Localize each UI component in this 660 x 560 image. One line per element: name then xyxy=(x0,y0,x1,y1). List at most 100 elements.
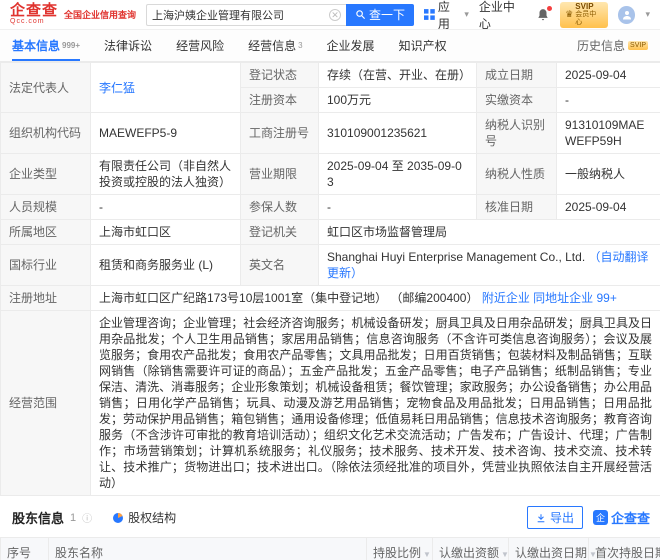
label-taxpayer-type: 纳税人性质 xyxy=(477,154,557,195)
col-amount-label: 认缴出资额 xyxy=(439,546,499,560)
label-insured: 参保人数 xyxy=(241,195,319,220)
search-button-label: 查一下 xyxy=(369,6,405,23)
value-reg-status: 存续（在营、开业、在册） xyxy=(319,63,477,88)
tab-operation[interactable]: 经营信息3 xyxy=(248,30,302,61)
logo-title: 企查查 xyxy=(10,4,58,18)
tab-operation-label: 经营信息 xyxy=(248,37,296,54)
equity-structure-button[interactable]: 股权结构 xyxy=(112,509,176,526)
label-biz-term: 营业期限 xyxy=(241,154,319,195)
tab-history-label: 历史信息 xyxy=(577,37,625,54)
apps-label: 应用 xyxy=(438,0,462,32)
export-button[interactable]: 导出 xyxy=(527,506,583,529)
tab-risk-label: 经营风险 xyxy=(176,37,224,54)
tab-bar: 基本信息999+ 法律诉讼 经营风险 经营信息3 企业发展 知识产权 历史信息 … xyxy=(0,30,660,62)
value-reg-authority: 虹口区市场监督管理局 xyxy=(319,220,660,245)
label-est-date: 成立日期 xyxy=(477,63,557,88)
label-reg-capital: 注册资本 xyxy=(241,88,319,113)
label-scope: 经营范围 xyxy=(1,311,91,496)
col-sub-date-label: 认缴出资日期 xyxy=(515,546,587,560)
value-reg-capital: 100万元 xyxy=(319,88,477,113)
tab-risk[interactable]: 经营风险 xyxy=(176,30,224,61)
shareholders-title: 股东信息 xyxy=(12,508,64,527)
export-label: 导出 xyxy=(550,509,574,526)
col-ratio[interactable]: 持股比例▼ xyxy=(367,538,433,560)
tab-basic-label: 基本信息 xyxy=(12,37,60,54)
value-taxpayer-type: 一般纳税人 xyxy=(557,154,660,195)
search-icon xyxy=(355,9,366,20)
shareholders-count: 1 xyxy=(70,512,76,524)
same-address-link[interactable]: 同地址企业 99+ xyxy=(533,291,617,305)
address-postcode: （邮编200400） xyxy=(390,291,478,305)
user-icon xyxy=(621,9,633,21)
col-sub-date[interactable]: 认缴出资日期▼ xyxy=(509,538,589,560)
enterprise-center-link[interactable]: 企业中心 xyxy=(479,0,526,32)
apps-menu[interactable]: 应用 ▾ xyxy=(424,0,469,32)
tab-development[interactable]: 企业发展 xyxy=(327,30,375,61)
shareholders-header: 股东信息 1 ⓘ 股权结构 导出 企 企查查 xyxy=(0,496,660,537)
col-ratio-label: 持股比例 xyxy=(373,546,421,560)
label-org-code: 组织机构代码 xyxy=(1,113,91,154)
label-paid-capital: 实缴资本 xyxy=(477,88,557,113)
top-nav: 应用 ▾ 企业中心 ♛ SVIP 会员中心 ▾ xyxy=(424,0,650,32)
clear-icon[interactable]: ✕ xyxy=(329,9,341,21)
label-staff-size: 人员规模 xyxy=(1,195,91,220)
account-chevron-icon[interactable]: ▾ xyxy=(645,9,650,20)
tab-basic-count: 999+ xyxy=(62,41,80,50)
col-amount[interactable]: 认缴出资额▼ xyxy=(433,538,509,560)
svip-badge[interactable]: ♛ SVIP 会员中心 xyxy=(560,2,608,28)
search-group: ✕ 查一下 xyxy=(146,4,414,26)
tab-history[interactable]: 历史信息 SVIP xyxy=(577,30,648,61)
col-first-date: 首次持股日期 xyxy=(589,538,660,560)
tab-ip[interactable]: 知识产权 xyxy=(399,30,447,61)
label-tax-id: 纳税人识别号 xyxy=(477,113,557,154)
avatar[interactable] xyxy=(618,6,636,24)
label-english-name: 英文名 xyxy=(241,245,319,286)
col-no: 序号 xyxy=(1,538,49,560)
value-scope: 企业管理咨询；企业管理；社会经济咨询服务；机械设备研发；厨具卫具及日用杂品研发；… xyxy=(91,311,660,496)
value-legal-rep: 李仁猛 xyxy=(91,63,241,113)
label-address: 注册地址 xyxy=(1,286,91,311)
qcc-logo[interactable]: 企查查 Qcc.com 全国企业信用查询 xyxy=(10,4,136,26)
address-text: 上海市虹口区广纪路173号10层1001室（集中登记地） xyxy=(99,291,387,305)
tab-development-label: 企业发展 xyxy=(327,37,375,54)
tab-history-badge: SVIP xyxy=(628,41,648,50)
value-industry: 租赁和商务服务业 (L) xyxy=(91,245,241,286)
crown-icon: ♛ xyxy=(565,9,573,20)
value-insured: - xyxy=(319,195,477,220)
notification-bell[interactable] xyxy=(536,8,550,22)
tab-operation-count: 3 xyxy=(298,41,302,50)
search-input-wrap: ✕ xyxy=(146,4,346,26)
value-paid-capital: - xyxy=(557,88,660,113)
tab-legal[interactable]: 法律诉讼 xyxy=(104,30,152,61)
value-biz-reg-no: 310109001235621 xyxy=(319,113,477,154)
search-button[interactable]: 查一下 xyxy=(346,4,414,26)
value-english-name: Shanghai Huyi Enterprise Management Co.,… xyxy=(319,245,660,286)
qcc-mark-icon: 企 xyxy=(593,510,608,525)
info-icon[interactable]: ⓘ xyxy=(82,510,92,525)
top-bar: 企查查 Qcc.com 全国企业信用查询 ✕ 查一下 应用 ▾ 企业中心 ♛ S… xyxy=(0,0,660,30)
value-address: 上海市虹口区广纪路173号10层1001室（集中登记地） （邮编200400） … xyxy=(91,286,660,311)
col-name: 股东名称 xyxy=(49,538,367,560)
value-approval-date: 2025-09-04 xyxy=(557,195,660,220)
equity-structure-label: 股权结构 xyxy=(128,509,176,526)
sort-down-icon[interactable]: ▼ xyxy=(501,550,509,559)
shareholders-header-row: 序号 股东名称 持股比例▼ 认缴出资额▼ 认缴出资日期▼ 首次持股日期 xyxy=(1,538,660,560)
value-biz-term: 2025-09-04 至 2035-09-03 xyxy=(319,154,477,195)
chevron-down-icon: ▾ xyxy=(464,9,469,20)
tab-ip-label: 知识产权 xyxy=(399,37,447,54)
legal-rep-link[interactable]: 李仁猛 xyxy=(99,81,135,95)
nearby-companies-link[interactable]: 附近企业 xyxy=(482,291,530,305)
tab-basic-info[interactable]: 基本信息999+ xyxy=(12,30,80,61)
download-icon xyxy=(536,513,546,523)
label-legal-rep: 法定代表人 xyxy=(1,63,91,113)
shareholders-table: 序号 股东名称 持股比例▼ 认缴出资额▼ 认缴出资日期▼ 首次持股日期 1 − … xyxy=(0,537,660,560)
sort-down-icon[interactable]: ▼ xyxy=(423,550,431,559)
grid-icon xyxy=(424,9,435,20)
search-input[interactable] xyxy=(152,9,329,21)
label-reg-authority: 登记机关 xyxy=(241,220,319,245)
qcc-watermark: 企 企查查 xyxy=(593,508,650,527)
value-org-code: MAEWEFP5-9 xyxy=(91,113,241,154)
value-staff-size: - xyxy=(91,195,241,220)
logo-tagline: 全国企业信用查询 xyxy=(64,8,136,21)
notification-dot xyxy=(547,6,552,11)
